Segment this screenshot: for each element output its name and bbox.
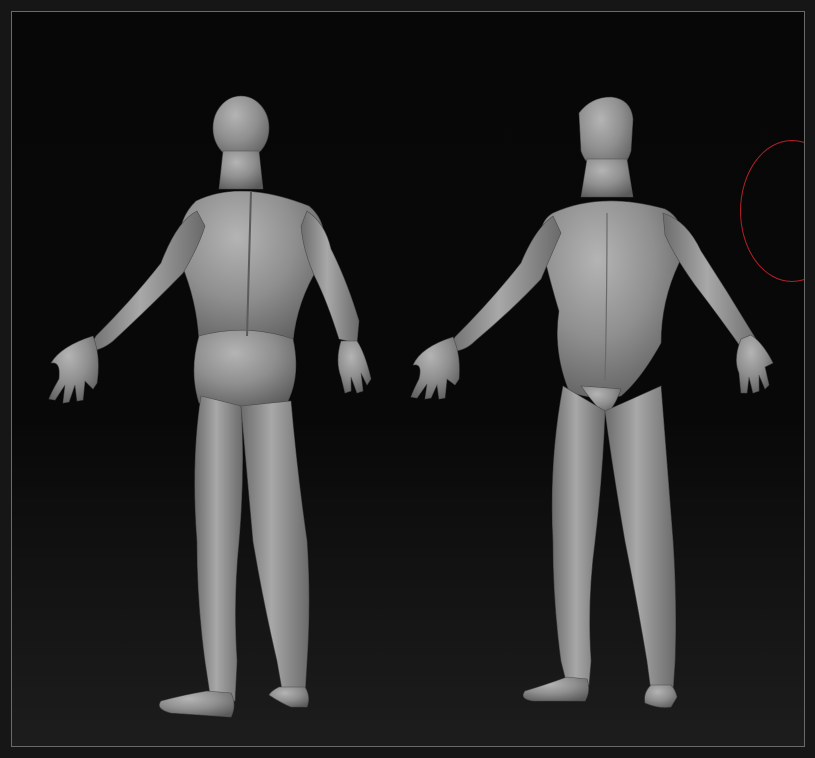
front-left-arm <box>446 215 562 352</box>
back-head <box>212 95 270 161</box>
back-right-leg <box>240 400 310 696</box>
front-torso <box>540 200 684 398</box>
back-left-arm <box>86 210 206 352</box>
3d-viewport-canvas[interactable] <box>11 11 805 747</box>
front-right-hand <box>736 334 774 394</box>
back-left-foot <box>159 690 235 718</box>
back-right-foot <box>268 686 309 708</box>
viewport-frame <box>0 0 815 758</box>
back-torso <box>178 190 325 347</box>
back-left-leg <box>194 395 243 702</box>
front-neck <box>580 158 634 198</box>
back-hips <box>193 329 297 408</box>
front-left-foot <box>522 676 589 702</box>
front-left-hand <box>410 336 460 400</box>
back-left-hand <box>48 335 99 404</box>
front-right-foot <box>644 684 678 708</box>
front-left-leg <box>551 385 606 686</box>
back-right-hand <box>337 340 372 394</box>
sculpt-scene[interactable] <box>12 12 805 747</box>
model-front-view[interactable] <box>410 96 774 708</box>
model-back-view[interactable] <box>48 95 372 718</box>
front-right-leg <box>604 385 676 692</box>
back-neck <box>218 150 264 190</box>
